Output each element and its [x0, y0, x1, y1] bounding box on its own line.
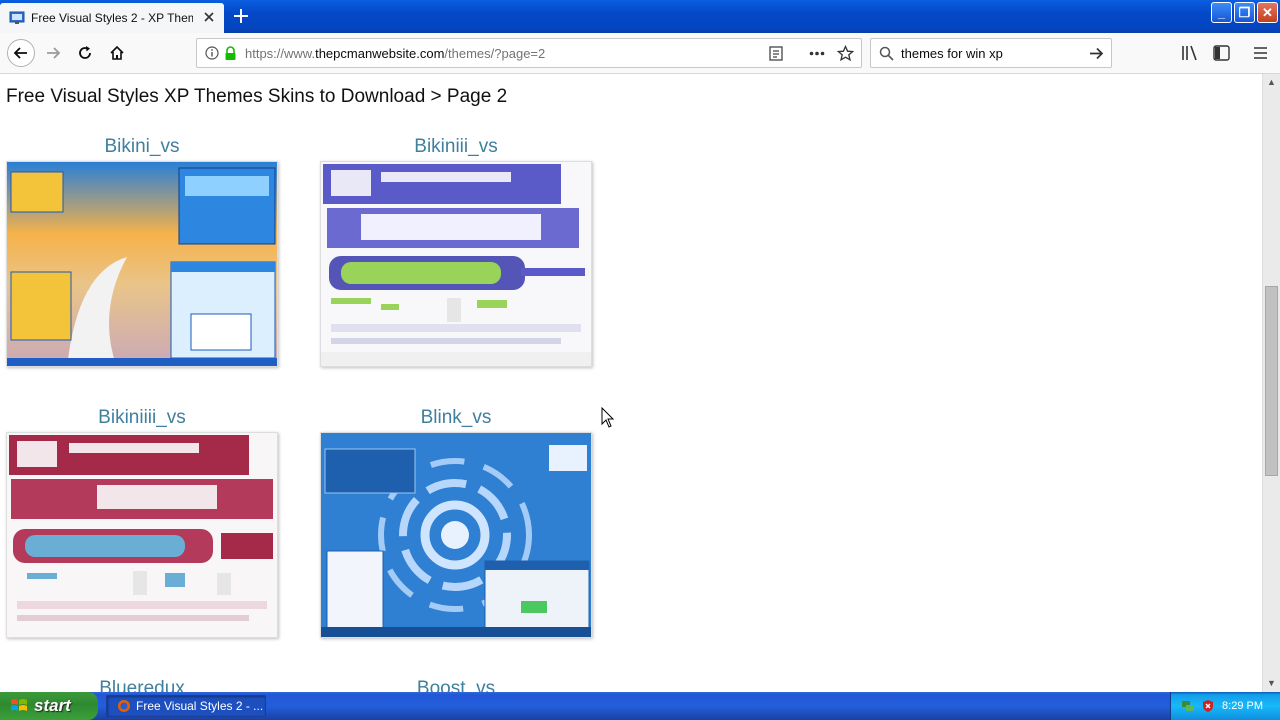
url-path: /themes/?page=2 [444, 46, 546, 61]
back-button[interactable] [7, 39, 35, 67]
forward-arrow-icon [47, 47, 61, 59]
navigation-bar: https://www.thepcmanwebsite.com/themes/?… [0, 33, 1280, 74]
sidebar-icon[interactable] [1213, 45, 1230, 61]
search-field[interactable]: themes for win xp [870, 38, 1112, 68]
scrollbar-thumb[interactable] [1265, 286, 1278, 476]
scroll-up-arrow-icon[interactable]: ▲ [1263, 74, 1280, 91]
url-prefix: https://www. [245, 46, 316, 61]
theme-thumbnail-blink[interactable] [320, 432, 592, 638]
tab-title: Free Visual Styles 2 - XP Themes - [31, 11, 193, 25]
taskbar-item-label: Free Visual Styles 2 - ... [136, 699, 264, 713]
security-shield-icon[interactable] [1201, 699, 1215, 713]
browser-tab[interactable]: Free Visual Styles 2 - XP Themes - [0, 3, 224, 33]
menu-icon[interactable] [1253, 46, 1268, 60]
search-query: themes for win xp [901, 46, 1003, 61]
theme-preview-image [7, 433, 277, 637]
bookmark-star-icon[interactable] [837, 45, 854, 62]
search-icon [879, 46, 894, 61]
taskbar: start Free Visual Styles 2 - ... 8:29 PM [0, 692, 1280, 720]
info-icon[interactable] [205, 46, 219, 60]
theme-preview-image [7, 162, 277, 366]
taskbar-item-browser[interactable]: Free Visual Styles 2 - ... [106, 695, 266, 717]
new-tab-icon[interactable] [232, 7, 250, 25]
url-text: https://www.thepcmanwebsite.com/themes/?… [245, 46, 545, 61]
url-host: thepcmanwebsite.com [315, 46, 445, 61]
reload-button[interactable] [73, 41, 97, 65]
theme-link-bikiniiii[interactable]: Bikiniiii_vs [6, 407, 278, 429]
title-bar: Free Visual Styles 2 - XP Themes - _ ❐ ✕ [0, 0, 1280, 33]
more-actions-icon[interactable] [809, 51, 825, 56]
theme-preview-image [321, 433, 591, 637]
scroll-down-arrow-icon[interactable]: ▼ [1263, 675, 1280, 692]
theme-link-blink[interactable]: Blink_vs [320, 407, 592, 429]
theme-preview-image [321, 162, 591, 366]
home-button[interactable] [105, 41, 129, 65]
theme-link-bikiniii[interactable]: Bikiniii_vs [320, 136, 592, 158]
lock-icon [225, 46, 236, 60]
minimize-button[interactable]: _ [1211, 2, 1232, 23]
start-label: start [34, 696, 71, 715]
monitor-icon [9, 11, 25, 24]
home-icon [110, 45, 124, 60]
back-arrow-icon [13, 47, 27, 59]
theme-link-blueredux[interactable]: Blueredux [6, 678, 278, 692]
reader-view-icon[interactable] [769, 46, 783, 61]
theme-thumbnail-bikiniiii[interactable] [6, 432, 278, 638]
network-icon[interactable] [1181, 699, 1195, 713]
windows-flag-icon [11, 699, 27, 711]
close-tab-icon[interactable] [202, 10, 216, 24]
theme-link-boost[interactable]: Boost_vs [320, 678, 592, 692]
reload-icon [79, 46, 91, 59]
page-heading: Free Visual Styles XP Themes Skins to Do… [6, 86, 508, 107]
clock: 8:29 PM [1222, 700, 1263, 712]
close-window-button[interactable]: ✕ [1257, 2, 1278, 23]
start-button[interactable]: start [0, 692, 98, 720]
vertical-scrollbar[interactable]: ▲ ▼ [1262, 74, 1280, 692]
theme-thumbnail-bikini[interactable] [6, 161, 278, 367]
library-icon[interactable] [1181, 45, 1199, 61]
firefox-icon [118, 700, 130, 712]
restore-button[interactable]: ❐ [1234, 2, 1255, 23]
mouse-cursor-icon [601, 407, 615, 428]
url-bar[interactable]: https://www.thepcmanwebsite.com/themes/?… [196, 38, 862, 68]
search-go-arrow-icon[interactable] [1088, 45, 1105, 62]
page-content: Free Visual Styles XP Themes Skins to Do… [0, 74, 1262, 692]
forward-button[interactable] [41, 41, 65, 65]
system-tray: 8:29 PM [1170, 692, 1280, 720]
theme-thumbnail-bikiniii[interactable] [320, 161, 592, 367]
theme-link-bikini[interactable]: Bikini_vs [6, 136, 278, 158]
